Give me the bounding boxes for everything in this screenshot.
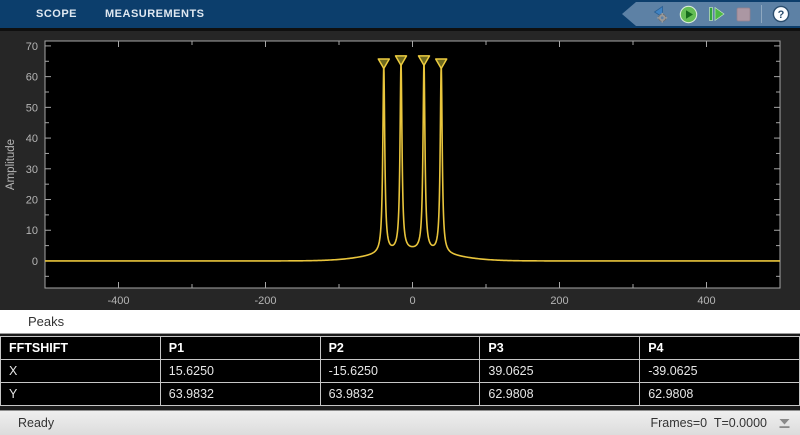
peaks-panel-header: Peaks bbox=[0, 310, 800, 334]
cell-y-p3: 62.9808 bbox=[479, 382, 641, 406]
peaks-panel-title: Peaks bbox=[28, 314, 65, 329]
step-back-icon[interactable] bbox=[649, 4, 669, 24]
figure-area: -400 -200 0 200 400 0 10 20 30 40 50 60 70 Amplitude bbox=[0, 28, 800, 310]
col-header-fftshift: FFTSHIFT bbox=[0, 336, 161, 360]
toolstrip-tabbar: SCOPE MEASUREMENTS ? bbox=[0, 0, 800, 28]
cell-y-p2: 63.9832 bbox=[319, 382, 481, 406]
scope-window: SCOPE MEASUREMENTS ? -400 -200 0 200 400… bbox=[0, 0, 800, 435]
playback-toolbar: ? bbox=[622, 2, 800, 26]
col-header-p3: P3 bbox=[479, 336, 641, 360]
status-bar: Ready Frames=0 T=0.0000 bbox=[0, 410, 800, 435]
row-label-x: X bbox=[0, 359, 161, 383]
toolbar-separator bbox=[761, 5, 762, 23]
cell-y-p4: 62.9808 bbox=[639, 382, 800, 406]
cell-x-p3: 39.0625 bbox=[479, 359, 641, 383]
plot-box bbox=[44, 40, 781, 289]
help-glyph: ? bbox=[778, 9, 785, 21]
x-tick-label: 400 bbox=[697, 295, 715, 307]
cell-x-p1: 15.6250 bbox=[159, 359, 321, 383]
y-tick-label: 0 bbox=[32, 256, 38, 268]
run-icon[interactable] bbox=[679, 5, 698, 24]
status-frames-time: Frames=0 T=0.0000 bbox=[650, 416, 767, 430]
stop-icon[interactable] bbox=[736, 7, 751, 22]
peaks-table: FFTSHIFT P1 P2 P3 P4 X 15.6250 -15.6250 … bbox=[0, 336, 800, 406]
y-tick-label: 10 bbox=[26, 225, 38, 237]
tab-measurements[interactable]: MEASUREMENTS bbox=[91, 0, 219, 28]
y-axis-label: Amplitude bbox=[5, 139, 17, 190]
table-row-x: X 15.6250 -15.6250 39.0625 -39.0625 bbox=[0, 359, 800, 383]
x-tick-label: -400 bbox=[107, 295, 129, 307]
dock-icon[interactable] bbox=[777, 417, 792, 430]
cell-x-p4: -39.0625 bbox=[639, 359, 800, 383]
col-header-p2: P2 bbox=[319, 336, 481, 360]
x-tick-label: 200 bbox=[550, 295, 568, 307]
y-tick-label: 30 bbox=[26, 164, 38, 176]
cell-x-p2: -15.6250 bbox=[319, 359, 481, 383]
col-header-p1: P1 bbox=[159, 336, 321, 360]
table-row-y: Y 63.9832 63.9832 62.9808 62.9808 bbox=[0, 382, 800, 406]
help-icon[interactable]: ? bbox=[772, 5, 790, 23]
row-label-y: Y bbox=[0, 382, 161, 406]
y-tick-label: 20 bbox=[26, 195, 38, 207]
col-header-p4: P4 bbox=[639, 336, 800, 360]
tab-scope[interactable]: SCOPE bbox=[22, 0, 91, 28]
y-tick-label: 70 bbox=[26, 41, 38, 53]
x-tick-label: 0 bbox=[409, 295, 415, 307]
x-tick-label: -200 bbox=[254, 295, 276, 307]
y-tick-label: 60 bbox=[26, 72, 38, 84]
plot-canvas[interactable]: -400 -200 0 200 400 0 10 20 30 40 50 60 70 Amplitude bbox=[0, 31, 800, 310]
step-forward-icon[interactable] bbox=[708, 5, 726, 23]
table-header-row: FFTSHIFT P1 P2 P3 P4 bbox=[0, 336, 800, 360]
peaks-table-wrap: FFTSHIFT P1 P2 P3 P4 X 15.6250 -15.6250 … bbox=[0, 334, 800, 410]
y-tick-label: 50 bbox=[26, 102, 38, 114]
status-ready: Ready bbox=[18, 416, 55, 430]
y-tick-label: 40 bbox=[26, 133, 38, 145]
cell-y-p1: 63.9832 bbox=[159, 382, 321, 406]
